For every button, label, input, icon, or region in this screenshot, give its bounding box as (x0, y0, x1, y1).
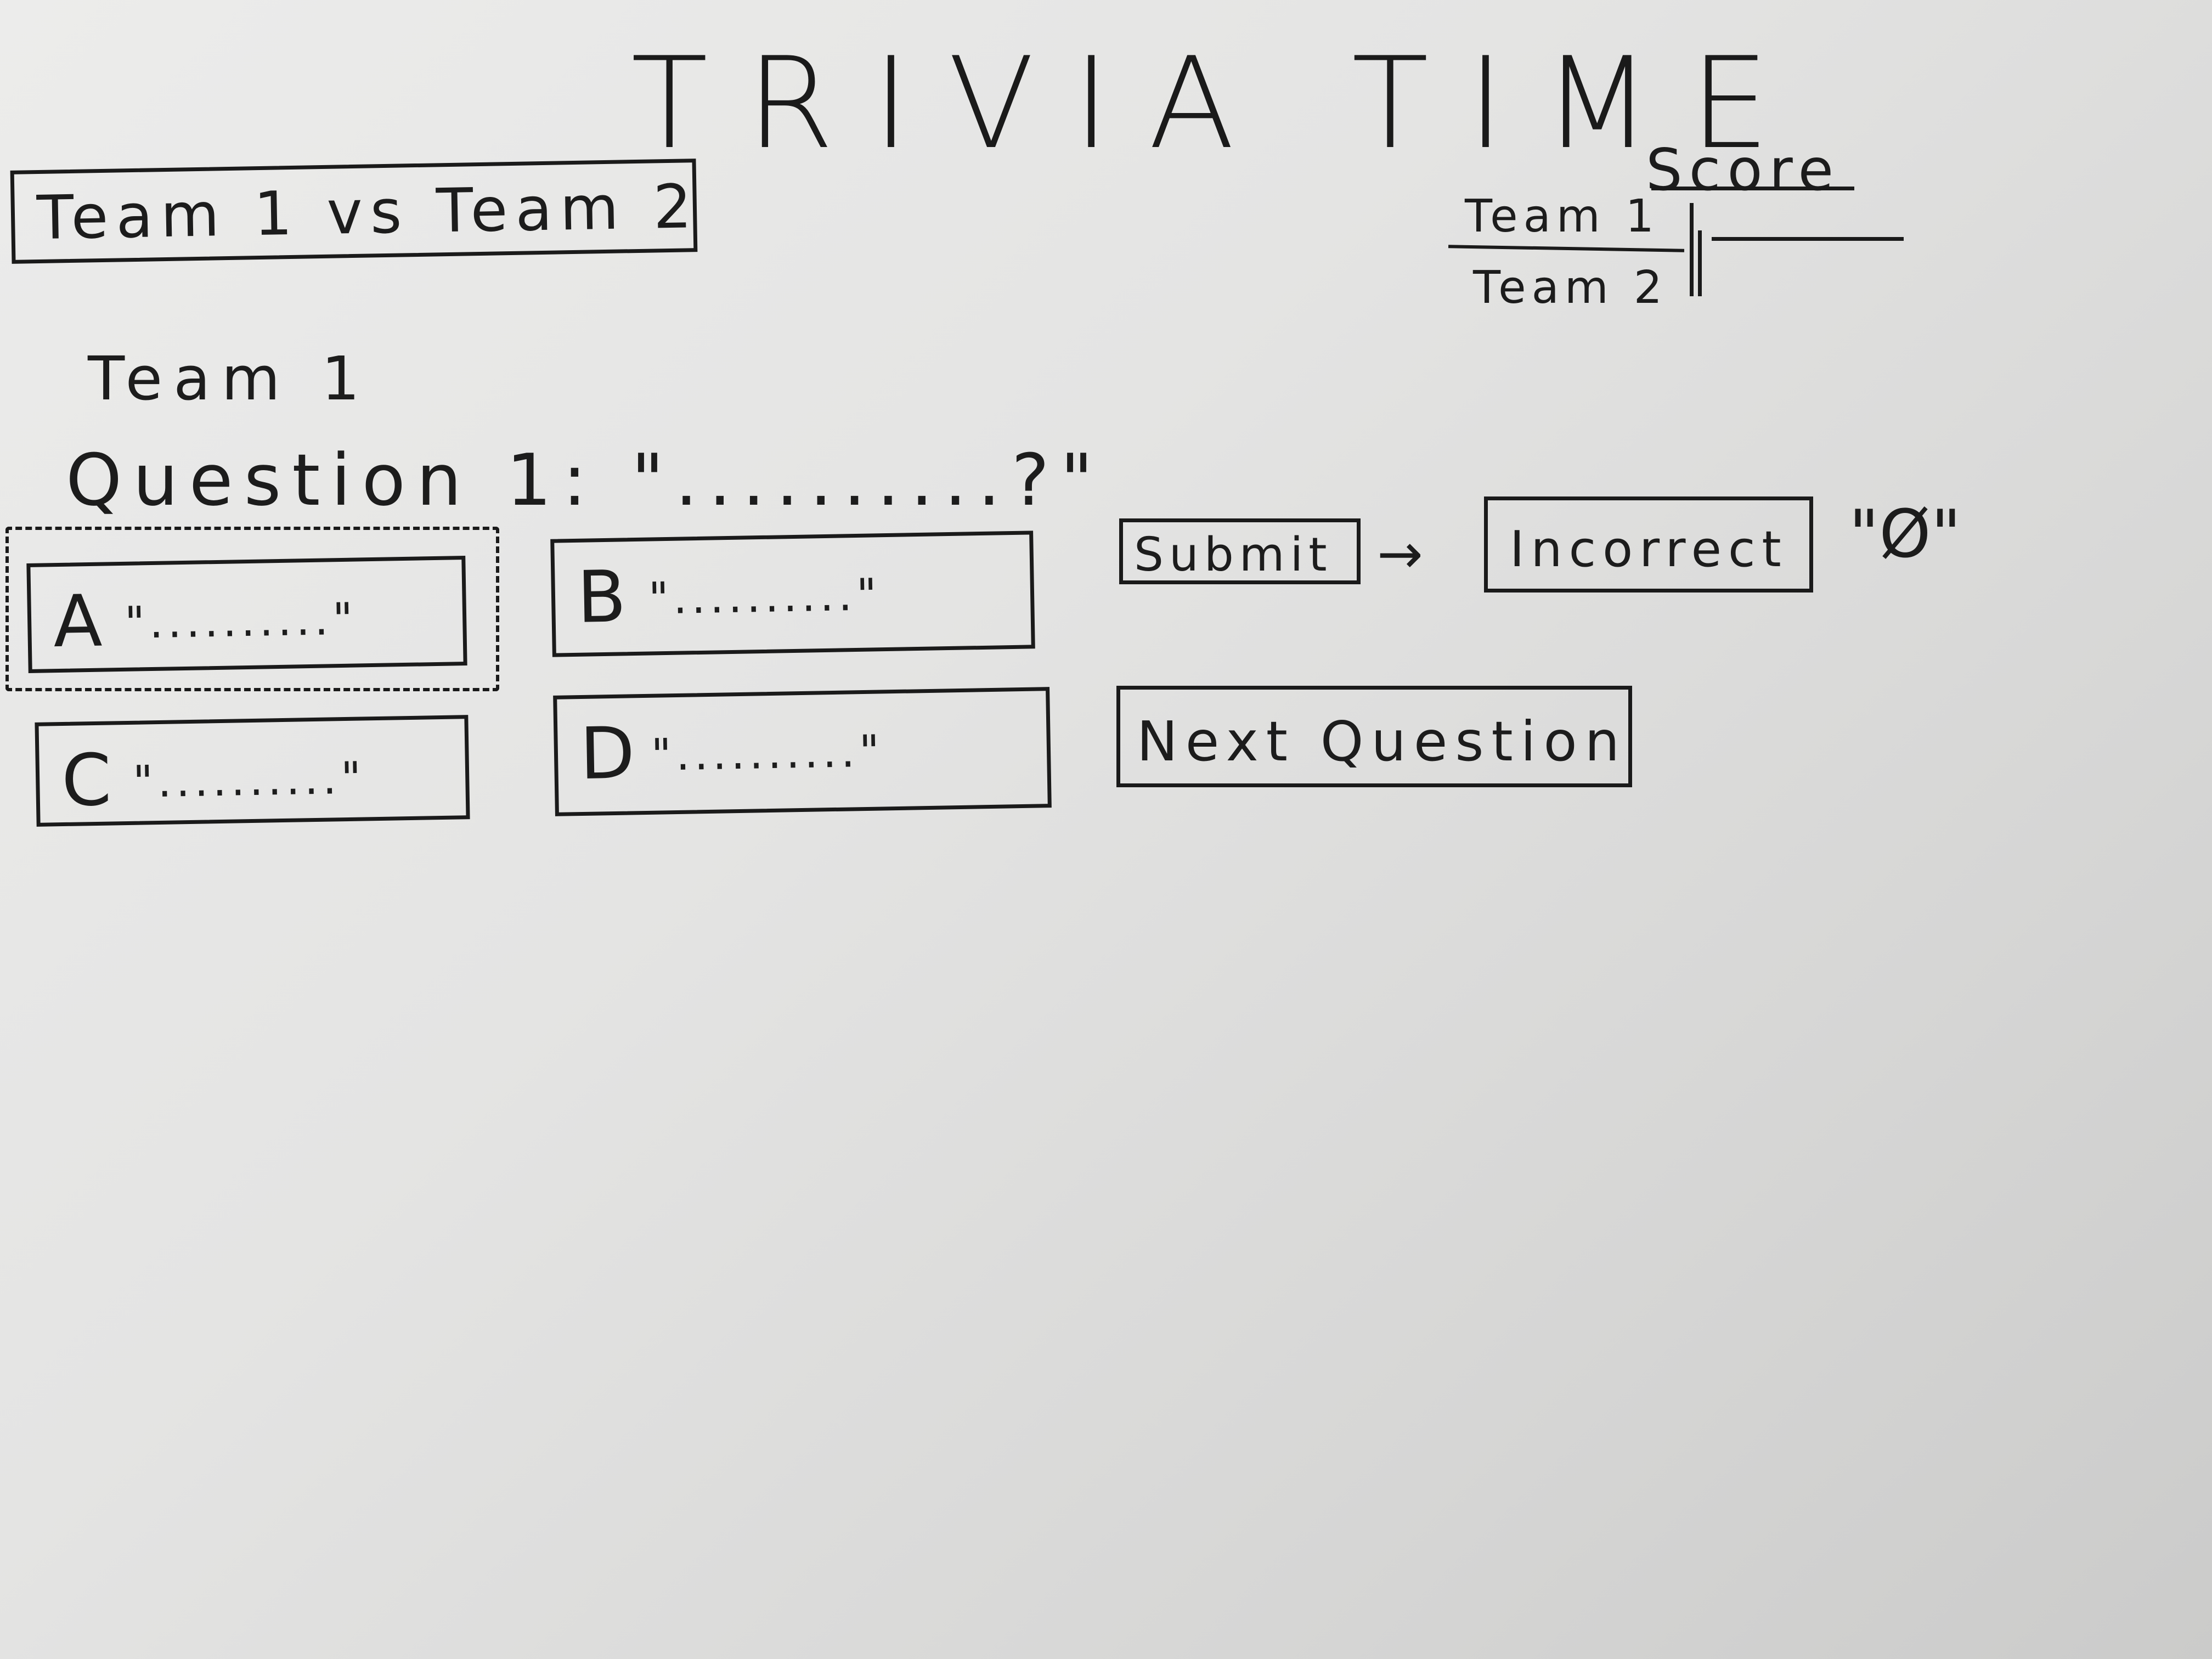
score-team2-label: Team 2 (1473, 262, 1668, 314)
answer-letter: B (576, 555, 627, 639)
answer-text: ".........." (648, 569, 882, 624)
arrow-right-icon: → (1377, 522, 1423, 586)
next-question-label: Next Question (1137, 709, 1628, 774)
result-label: Incorrect (1510, 521, 1788, 578)
submit-button[interactable]: Submit (1119, 518, 1361, 584)
answer-option-d[interactable]: D ".........." (553, 687, 1052, 816)
score-divider (1448, 245, 1685, 252)
score-team1-label: Team 1 (1465, 190, 1660, 242)
answer-text: ".........." (651, 725, 884, 781)
answer-letter: C (60, 738, 112, 823)
score-heading: Score (1646, 137, 1841, 204)
page-title: TRIVIA TIME (631, 31, 1808, 177)
answer-letter: A (52, 579, 103, 664)
answer-text: ".........." (132, 752, 366, 808)
score-heading-underline (1651, 187, 1854, 190)
submit-label: Submit (1134, 528, 1333, 582)
matchup-banner: Team 1 vs Team 2 (10, 159, 700, 264)
matchup-text: Team 1 vs Team 2 (36, 171, 700, 253)
answer-text: ".........." (124, 593, 358, 648)
next-question-button[interactable]: Next Question (1116, 686, 1632, 787)
current-team-label: Team 1 (88, 343, 371, 414)
result-indicator: Incorrect (1484, 496, 1813, 592)
score-bracket (1690, 203, 1694, 296)
question-text: Question 1: "..........?" (66, 438, 1104, 522)
answer-letter: D (579, 711, 636, 796)
score-value-blank (1712, 237, 1904, 241)
answer-option-b[interactable]: B ".........." (550, 531, 1035, 657)
answer-option-c[interactable]: C ".........." (35, 715, 470, 827)
answer-option-a[interactable]: A ".........." (26, 556, 467, 673)
score-bracket-inner (1698, 230, 1702, 296)
result-value: "Ø" (1849, 496, 1961, 573)
